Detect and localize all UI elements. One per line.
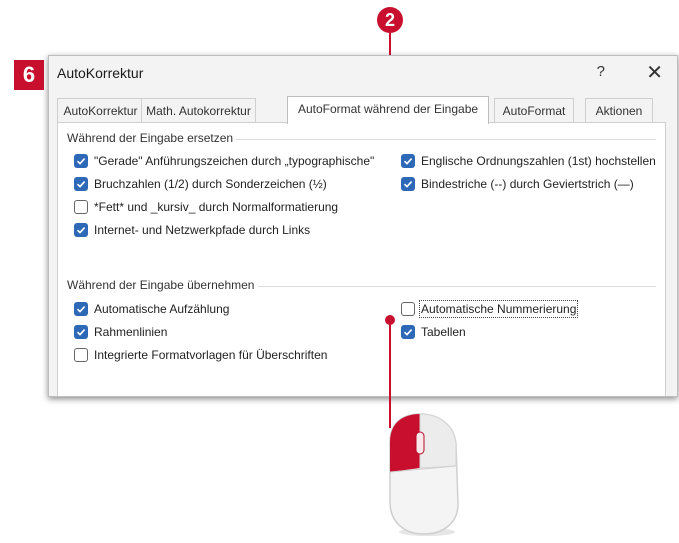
checkbox-heading-styles[interactable]: Integrierte Formatvorlagen für Überschri… xyxy=(74,346,327,364)
tab-math-autokorrektur[interactable]: Math. Autokorrektur xyxy=(141,98,256,123)
checkbox-checked-icon xyxy=(74,223,88,237)
tab-aktionen[interactable]: Aktionen xyxy=(585,98,653,123)
tab-autoformat[interactable]: AutoFormat xyxy=(494,98,574,123)
checkbox-em-dash[interactable]: Bindestriche (--) durch Geviertstrich (—… xyxy=(401,175,634,193)
group-title-apply: Während der Eingabe übernehmen xyxy=(67,278,255,292)
checkbox-label: Rahmenlinien xyxy=(94,325,168,339)
checkbox-checked-icon xyxy=(74,154,88,168)
checkbox-label: Integrierte Formatvorlagen für Überschri… xyxy=(94,348,328,362)
tab-bar: AutoKorrektur Math. Autokorrektur AutoFo… xyxy=(57,96,677,124)
checkbox-label: Automatische Aufzählung xyxy=(94,302,230,316)
step-badge: 6 xyxy=(14,60,44,90)
checkbox-unchecked-icon xyxy=(74,348,88,362)
mouse-icon xyxy=(389,413,459,536)
checkbox-label: Bindestriche (--) durch Geviertstrich (—… xyxy=(421,177,634,191)
tab-autokorrektur[interactable]: AutoKorrektur xyxy=(57,98,144,123)
checkbox-hyperlinks[interactable]: Internet- und Netzwerkpfade durch Links xyxy=(74,221,310,239)
checkbox-label: *Fett* und _kursiv_ durch Normalformatie… xyxy=(94,200,339,214)
group-title-replace: Während der Eingabe ersetzen xyxy=(67,131,234,145)
step-circle: 2 xyxy=(377,7,403,33)
checkbox-label: Internet- und Netzwerkpfade durch Links xyxy=(94,223,311,237)
checkbox-borders[interactable]: Rahmenlinien xyxy=(74,323,167,341)
checkbox-label: Automatische Nummerierung xyxy=(418,300,579,318)
checkbox-fractions[interactable]: Bruchzahlen (1/2) durch Sonderzeichen (½… xyxy=(74,175,327,193)
checkbox-unchecked-icon xyxy=(74,200,88,214)
divider xyxy=(258,286,656,287)
tab-panel: Während der Eingabe ersetzen "Gerade" An… xyxy=(57,122,666,396)
checkbox-checked-icon xyxy=(401,154,415,168)
autocorrect-dialog: AutoKorrektur ? ✕ AutoKorrektur Math. Au… xyxy=(48,55,678,397)
help-button[interactable]: ? xyxy=(597,63,605,80)
close-button[interactable]: ✕ xyxy=(646,60,663,85)
checkbox-auto-numbering[interactable]: Automatische Nummerierung xyxy=(401,300,579,318)
checkbox-checked-icon xyxy=(74,325,88,339)
tab-autoformat-typing[interactable]: AutoFormat während der Eingabe xyxy=(287,96,489,124)
checkbox-checked-icon xyxy=(401,325,415,339)
checkbox-label: "Gerade" Anführungszeichen durch „typogr… xyxy=(94,154,375,168)
checkbox-tables[interactable]: Tabellen xyxy=(401,323,466,341)
checkbox-checked-icon xyxy=(74,302,88,316)
checkbox-label: Tabellen xyxy=(421,325,466,339)
checkbox-auto-bullets[interactable]: Automatische Aufzählung xyxy=(74,300,229,318)
checkbox-checked-icon xyxy=(74,177,88,191)
divider xyxy=(236,139,656,140)
titlebar: AutoKorrektur ? ✕ xyxy=(49,56,677,92)
checkbox-bold-italic[interactable]: *Fett* und _kursiv_ durch Normalformatie… xyxy=(74,198,338,216)
checkbox-label: Englische Ordnungszahlen (1st) hochstell… xyxy=(421,154,656,168)
checkbox-typographic-quotes[interactable]: "Gerade" Anführungszeichen durch „typogr… xyxy=(74,152,374,170)
checkbox-ordinals[interactable]: Englische Ordnungszahlen (1st) hochstell… xyxy=(401,152,656,170)
checkbox-checked-icon xyxy=(401,177,415,191)
checkbox-unchecked-icon xyxy=(401,302,415,316)
checkbox-label: Bruchzahlen (1/2) durch Sonderzeichen (½… xyxy=(94,177,327,191)
dialog-title: AutoKorrektur xyxy=(57,65,144,81)
